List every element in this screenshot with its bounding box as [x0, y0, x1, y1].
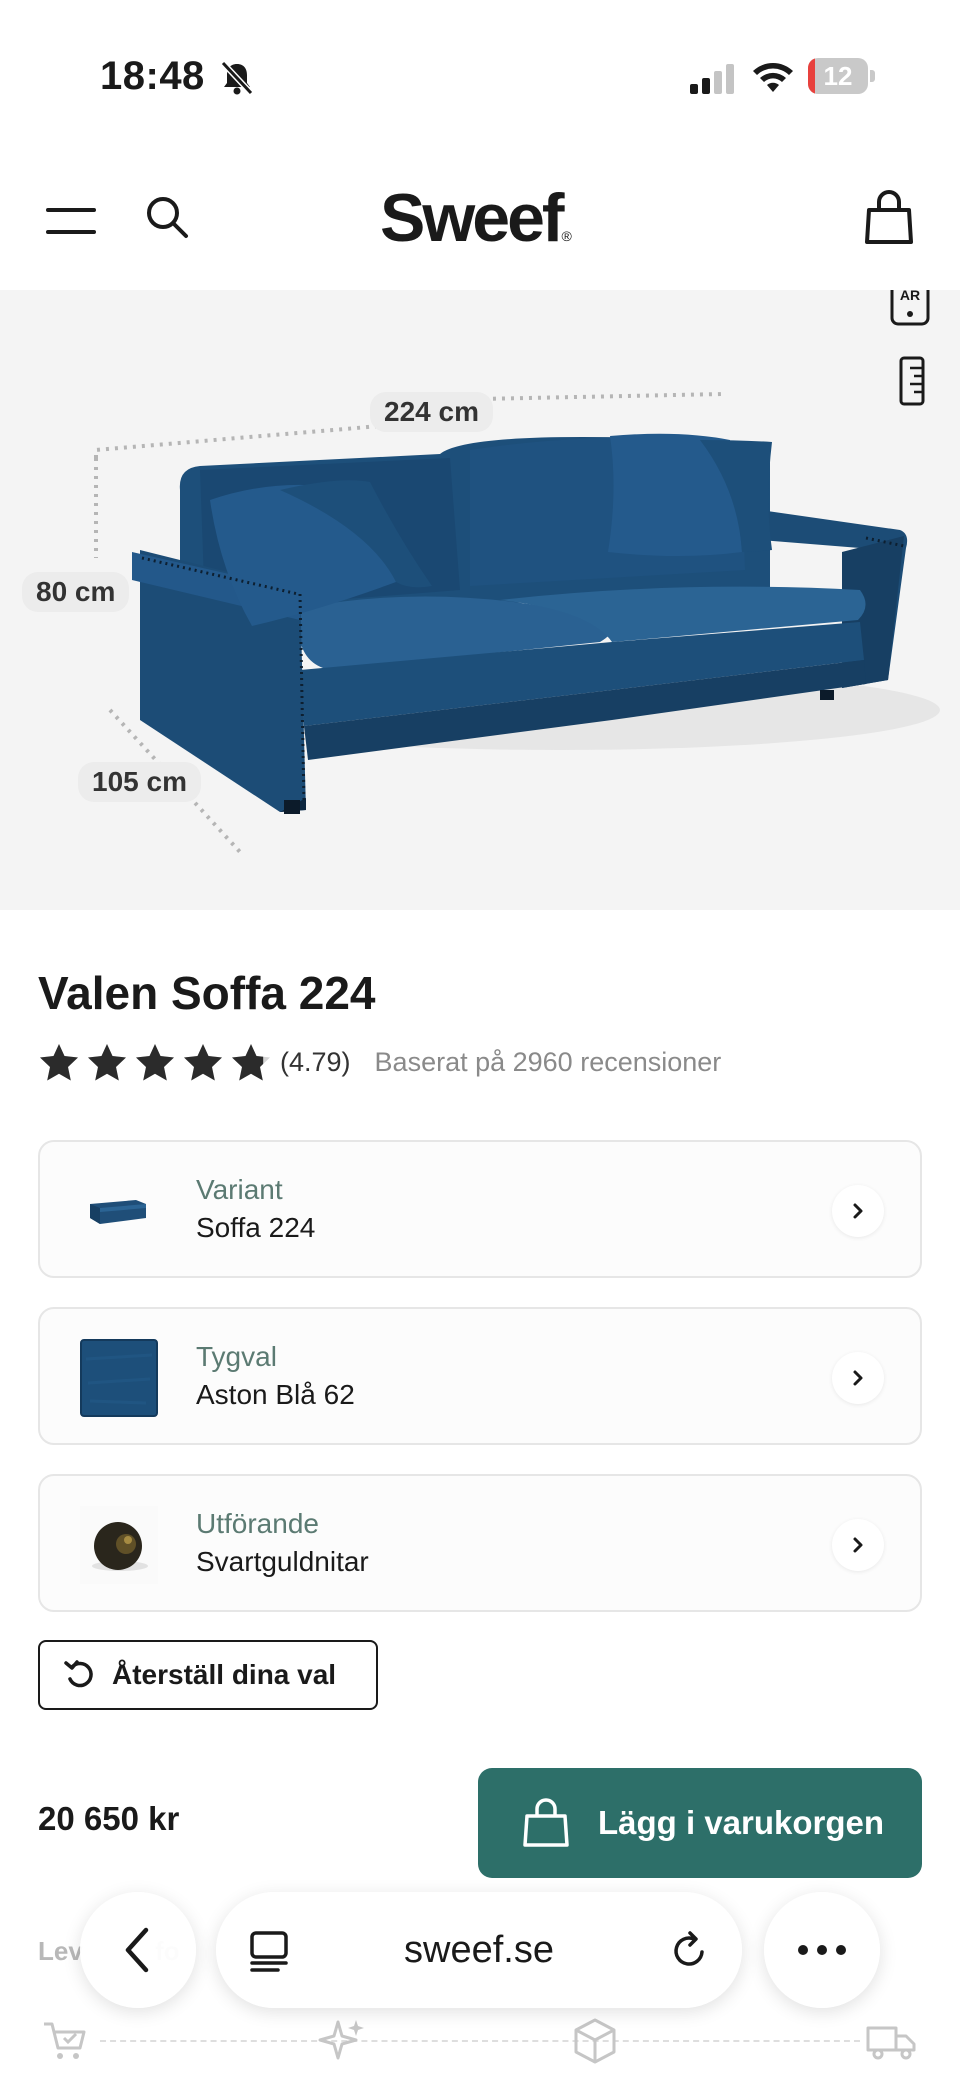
star-icon: [184, 1044, 222, 1081]
rating-value: (4.79): [280, 1046, 351, 1077]
package-icon: [574, 2018, 616, 2064]
site-header: Sweef®: [0, 150, 960, 290]
sofa-illustration: [94, 392, 940, 854]
menu-icon[interactable]: [46, 204, 96, 238]
reset-icon: [64, 1660, 93, 1688]
more-icon: [798, 1945, 846, 1955]
fabric-swatch: [80, 1339, 158, 1417]
add-to-cart-label: Lägg i varukorgen: [598, 1804, 885, 1841]
dimension-width-label: 224 cm: [370, 392, 493, 432]
chevron-right-icon[interactable]: [832, 1185, 884, 1237]
browser-more-button[interactable]: [764, 1892, 880, 2008]
registered-mark: ®: [561, 228, 572, 244]
tabs-icon[interactable]: [248, 1930, 290, 1972]
product-image[interactable]: AR 224 cm 80 cm 105 cm: [0, 290, 960, 910]
option-value: Svartguldnitar: [196, 1546, 369, 1577]
reload-icon[interactable]: [668, 1930, 710, 1972]
shopping-bag-icon[interactable]: [864, 190, 914, 246]
sofa-thumbnail: [90, 1200, 146, 1224]
option-variant[interactable]: Variant Soffa 224: [38, 1140, 922, 1278]
chevron-right-icon[interactable]: [832, 1352, 884, 1404]
option-label: Tygval: [196, 1341, 277, 1372]
product-title: Valen Soffa 224: [38, 967, 376, 1019]
reset-selections-button[interactable]: Återställ dina val: [38, 1640, 378, 1710]
chevron-right-icon[interactable]: [832, 1519, 884, 1571]
option-value: Soffa 224: [196, 1212, 316, 1243]
signal-icon: [690, 64, 734, 94]
option-label: Variant: [196, 1174, 283, 1205]
status-bar: 18:48 12: [0, 0, 960, 150]
search-icon[interactable]: [144, 194, 190, 240]
review-count-text[interactable]: Baserat på 2960 recensioner: [375, 1047, 722, 1078]
status-time: 18:48: [100, 54, 205, 98]
star-icon: [88, 1044, 126, 1081]
shopping-bag-icon: [523, 1798, 569, 1847]
option-fabric[interactable]: Tygval Aston Blå 62: [38, 1307, 922, 1445]
brand-logo[interactable]: Sweef®: [380, 178, 580, 258]
browser-address-bar[interactable]: sweef.se: [216, 1892, 742, 2008]
add-to-cart-button[interactable]: Lägg i varukorgen: [478, 1768, 922, 1878]
bell-off-icon: [220, 60, 254, 96]
reset-label: Återställ dina val: [112, 1659, 337, 1690]
option-finish[interactable]: Utförande Svartguldnitar: [38, 1474, 922, 1612]
dimension-height-label: 80 cm: [22, 572, 130, 612]
delivery-truck-icon: [866, 2026, 916, 2060]
url-text[interactable]: sweef.se: [296, 1892, 662, 2008]
sparkle-icon: [318, 2020, 364, 2060]
star-icon: [40, 1044, 78, 1081]
back-icon: [125, 1927, 149, 1973]
rating-stars: [38, 1042, 272, 1082]
product-price: 20 650 kr: [38, 1800, 180, 1837]
rivet-thumbnail: [80, 1506, 158, 1584]
brand-name: Sweef: [380, 180, 565, 256]
wifi-icon: [753, 63, 793, 92]
product-rating[interactable]: (4.79) Baserat på 2960 recensioner: [38, 1040, 721, 1084]
option-label: Utförande: [196, 1508, 319, 1539]
battery-icon: 12: [808, 58, 875, 94]
dimension-depth-label: 105 cm: [78, 762, 201, 802]
star-icon: [136, 1044, 174, 1081]
option-value: Aston Blå 62: [196, 1379, 355, 1410]
browser-back-button[interactable]: [80, 1892, 196, 2008]
star-icon: [232, 1044, 270, 1081]
delivery-progress: [40, 2010, 920, 2070]
cart-check-icon: [44, 2022, 86, 2059]
battery-level: 12: [823, 61, 853, 91]
